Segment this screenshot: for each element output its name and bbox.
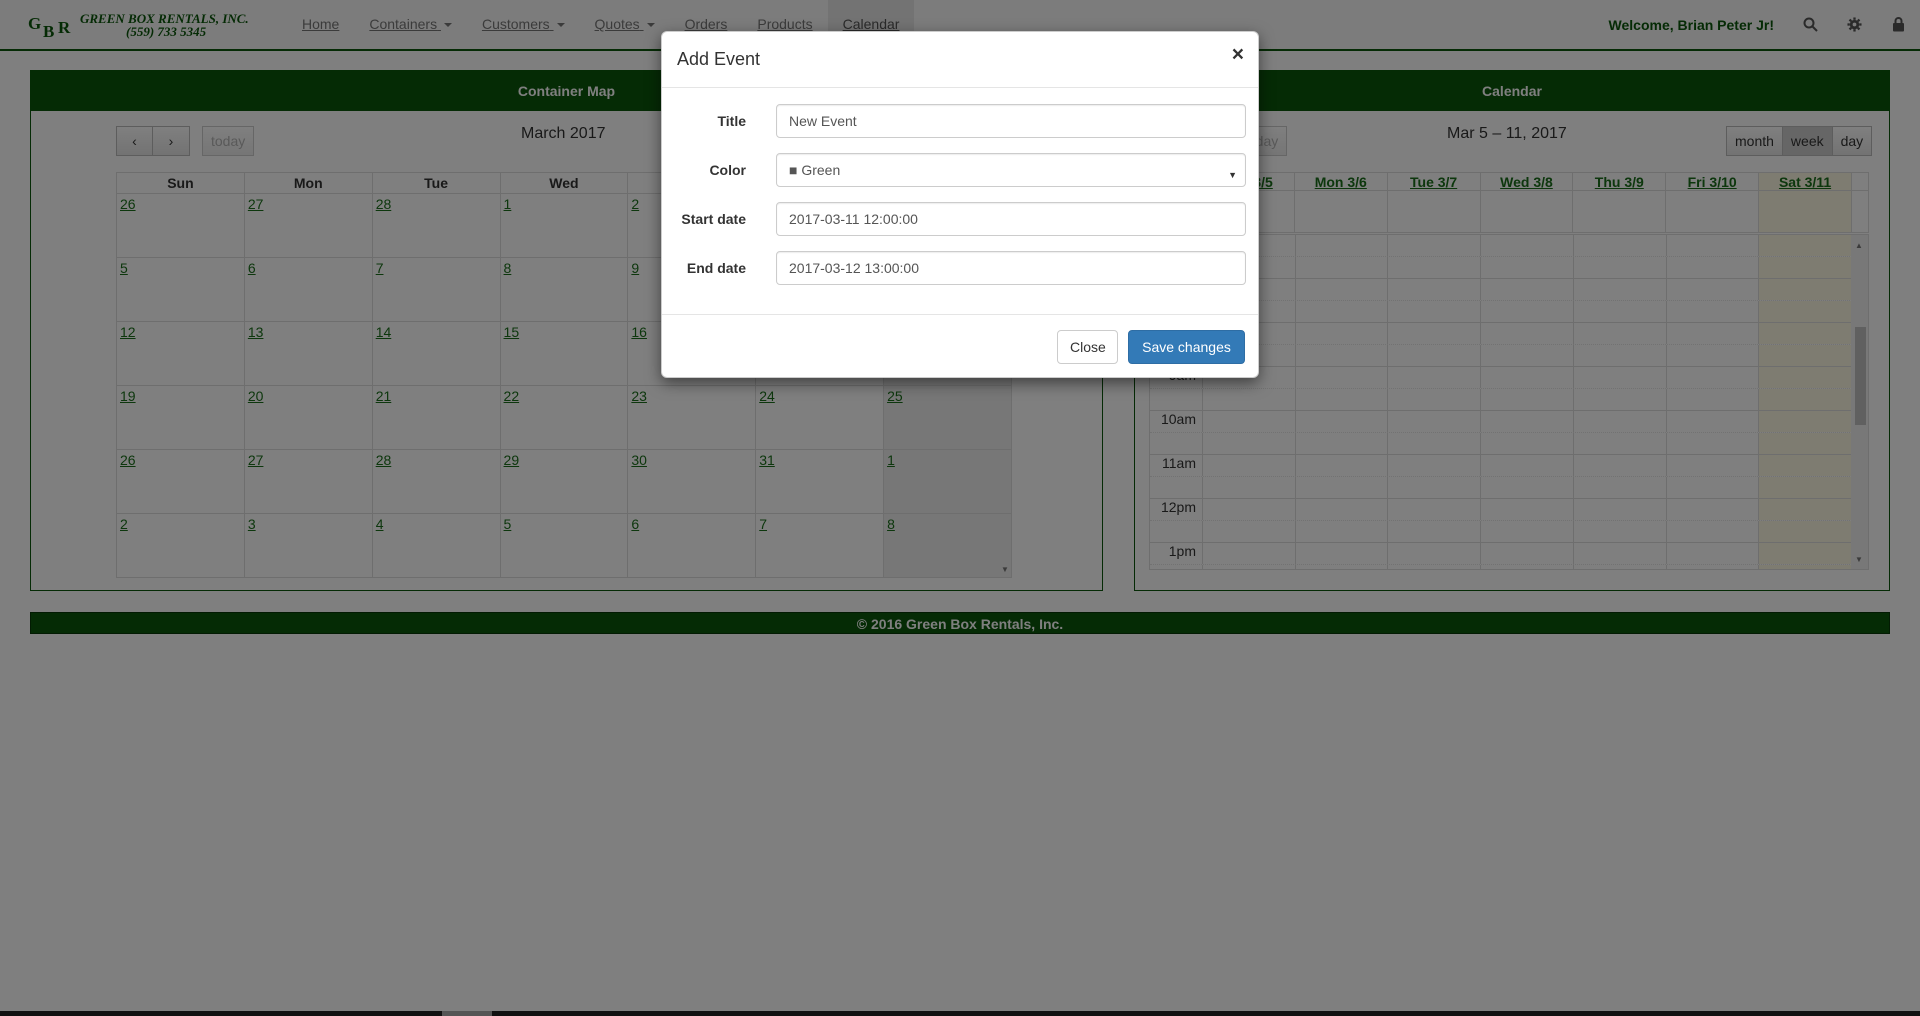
color-label: Color — [709, 162, 746, 178]
start-date-row: Start date — [662, 202, 1258, 238]
start-date-input[interactable] — [776, 202, 1246, 236]
end-date-label: End date — [686, 260, 746, 276]
color-row: Color ■ Green ▼ — [662, 153, 1258, 189]
title-row: Title — [662, 104, 1258, 140]
title-label: Title — [717, 113, 746, 129]
modal-title: Add Event — [677, 49, 761, 69]
start-date-label: Start date — [681, 211, 746, 227]
close-icon[interactable]: × — [1232, 44, 1244, 65]
color-select-value: ■ Green — [789, 162, 841, 178]
color-select[interactable]: ■ Green ▼ — [776, 153, 1246, 187]
modal-footer: Close Save changes — [662, 314, 1258, 378]
modal-body: Title Color ■ Green ▼ Start date End dat… — [662, 88, 1258, 318]
modal-header: Add Event × — [662, 32, 1258, 88]
end-date-input[interactable] — [776, 251, 1246, 285]
close-button[interactable]: Close — [1057, 330, 1118, 364]
chevron-down-icon: ▼ — [1228, 170, 1237, 180]
end-date-row: End date — [662, 251, 1258, 287]
title-input[interactable] — [776, 104, 1246, 138]
bottom-bar — [0, 1011, 1920, 1016]
bottom-bar-segment — [442, 1011, 492, 1016]
save-button[interactable]: Save changes — [1128, 330, 1245, 364]
add-event-modal: Add Event × Title Color ■ Green ▼ Start … — [661, 31, 1259, 378]
